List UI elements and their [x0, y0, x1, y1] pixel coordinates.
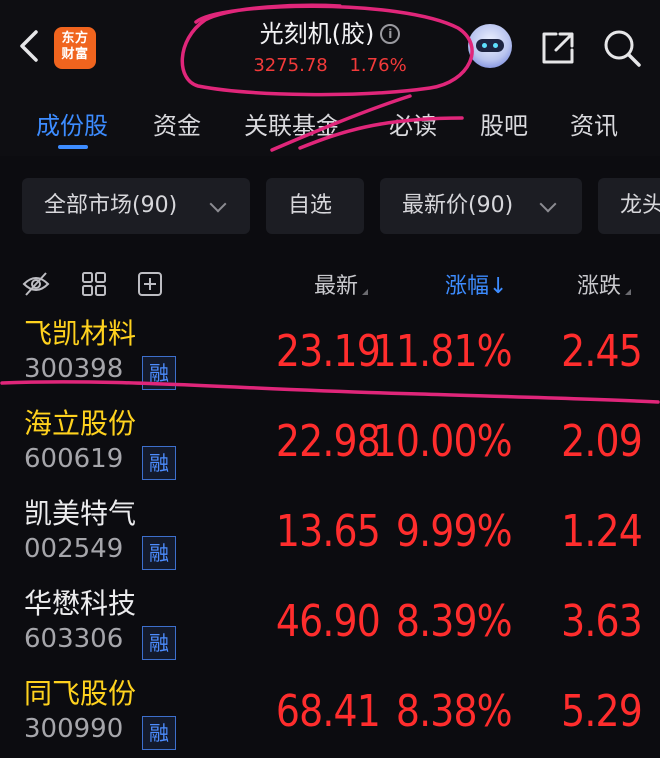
stock-code: 300398 [24, 354, 124, 384]
price-change: 2.45 [561, 326, 643, 377]
stock-code: 600619 [24, 444, 124, 474]
index-quote: 3275.78 1.76% [200, 55, 460, 76]
index-change-pct: 1.76% [349, 55, 407, 76]
latest-price-column-header[interactable]: 最新 [314, 268, 369, 300]
sort-indicator-icon [362, 289, 369, 295]
price-filter-label: 最新价(90) [402, 193, 514, 218]
stock-name: 飞凯材料 [24, 317, 137, 350]
watchlist-filter-button[interactable]: 自选 [266, 178, 364, 234]
latest-price-header-label: 最新 [314, 274, 359, 299]
pct-change: 8.38% [396, 686, 513, 737]
pct-change: 9.99% [396, 506, 513, 557]
change-column-header[interactable]: 涨跌 [577, 268, 632, 300]
table-row[interactable]: 同飞股份 300990 融 68.41 8.38% 5.29 [0, 668, 660, 758]
page-title: 光刻机(胶) [259, 20, 375, 48]
pct-change-header-label: 涨幅↓ [445, 274, 508, 299]
share-icon[interactable] [536, 26, 580, 70]
table-row[interactable]: 飞凯材料 300398 融 23.19 11.81% 2.45 [0, 308, 660, 398]
add-column-icon[interactable] [136, 270, 164, 298]
active-tab-indicator [58, 145, 88, 149]
table-row[interactable]: 华懋科技 603306 融 46.90 8.39% 3.63 [0, 578, 660, 668]
market-filter-dropdown[interactable]: 全部市场(90) [22, 178, 250, 234]
hide-eye-icon[interactable] [22, 270, 50, 298]
tab-funds-flow[interactable]: 资金 [153, 106, 201, 141]
price-change: 3.63 [561, 596, 643, 647]
back-arrow-icon[interactable] [10, 24, 50, 68]
market-filter-label: 全部市场(90) [44, 193, 178, 218]
tab-must-read[interactable]: 必读 [389, 106, 437, 141]
leader-filter-label: 龙头 [620, 193, 660, 218]
tab-related-funds[interactable]: 关联基金 [244, 106, 340, 141]
stock-name: 华懋科技 [24, 587, 137, 620]
chevron-down-icon [539, 195, 557, 213]
info-icon[interactable]: i [380, 24, 401, 44]
stock-code: 603306 [24, 624, 124, 654]
tab-news[interactable]: 资讯 [570, 106, 618, 141]
price-change: 1.24 [561, 506, 643, 557]
watchlist-filter-label: 自选 [288, 193, 333, 218]
tab-forum[interactable]: 股吧 [480, 106, 528, 141]
table-header: 最新 涨幅↓ 涨跌 [0, 256, 660, 308]
chevron-down-icon [209, 195, 227, 213]
pct-change-column-header[interactable]: 涨幅↓ [445, 268, 507, 300]
latest-price: 22.98 [275, 416, 381, 467]
leader-filter-button[interactable]: 龙头 [598, 178, 660, 234]
pct-change: 8.39% [396, 596, 513, 647]
stock-code: 300990 [24, 714, 124, 744]
margin-badge: 融 [142, 446, 176, 480]
table-row[interactable]: 凯美特气 002549 融 13.65 9.99% 1.24 [0, 488, 660, 578]
table-row[interactable]: 海立股份 600619 融 22.98 10.00% 2.09 [0, 398, 660, 488]
sector-title-block: 光刻机(胶) i 3275.78 1.76% [200, 14, 460, 76]
stock-name: 同飞股份 [24, 677, 137, 710]
logo-line-2: 财富 [61, 47, 89, 62]
index-value: 3275.78 [253, 55, 328, 76]
pct-change: 10.00% [372, 416, 513, 467]
pct-change: 11.81% [372, 326, 513, 377]
change-header-label: 涨跌 [577, 274, 622, 299]
latest-price: 13.65 [275, 506, 381, 557]
price-filter-dropdown[interactable]: 最新价(90) [380, 178, 582, 234]
filter-bar: 全部市场(90) 自选 最新价(90) 龙头 [0, 156, 660, 256]
price-change: 2.09 [561, 416, 643, 467]
top-bar: 东方 财富 光刻机(胶) i 3275.78 1.76% [0, 0, 660, 92]
latest-price: 23.19 [275, 326, 381, 377]
search-icon[interactable] [600, 26, 644, 70]
tab-bar: 成份股 资金 关联基金 必读 股吧 资讯 [0, 92, 660, 156]
tab-constituents[interactable]: 成份股 [36, 106, 108, 141]
grid-layout-icon[interactable] [80, 270, 108, 298]
stock-name: 海立股份 [24, 407, 137, 440]
stock-code: 002549 [24, 534, 124, 564]
margin-badge: 融 [142, 626, 176, 660]
latest-price: 68.41 [275, 686, 381, 737]
price-change: 5.29 [561, 686, 643, 737]
app-logo: 东方 财富 [54, 27, 96, 69]
margin-badge: 融 [142, 536, 176, 570]
stock-name: 凯美特气 [24, 497, 137, 530]
latest-price: 46.90 [275, 596, 381, 647]
sort-indicator-icon [625, 289, 632, 295]
assistant-robot-icon[interactable] [468, 24, 512, 68]
logo-line-1: 东方 [61, 31, 89, 46]
margin-badge: 融 [142, 356, 176, 390]
margin-badge: 融 [142, 716, 176, 750]
